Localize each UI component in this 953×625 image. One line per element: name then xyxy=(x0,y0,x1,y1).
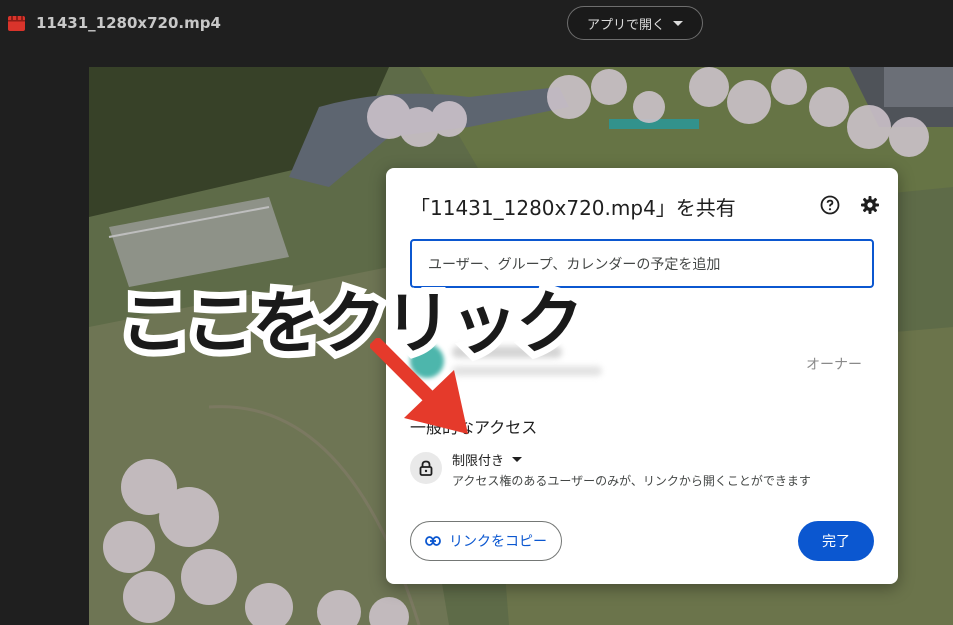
open-with-button[interactable]: アプリで開く xyxy=(567,6,703,40)
lock-icon-container xyxy=(410,452,442,484)
gear-icon[interactable] xyxy=(860,195,880,215)
copy-link-button[interactable]: リンクをコピー xyxy=(410,521,562,561)
done-label: 完了 xyxy=(822,534,850,550)
access-description: アクセス権のあるユーザーのみが、リンクから開くことができます xyxy=(452,474,811,488)
video-file-icon xyxy=(8,16,25,31)
done-button[interactable]: 完了 xyxy=(798,521,874,561)
top-bar: 11431_1280x720.mp4 アプリで開く xyxy=(0,0,953,48)
help-icon[interactable] xyxy=(820,195,840,215)
access-level-label: 制限付き xyxy=(452,454,505,469)
access-level-dropdown[interactable]: 制限付き xyxy=(452,450,523,469)
lock-icon xyxy=(419,460,433,476)
link-icon xyxy=(425,536,441,546)
dialog-title: 「11431_1280x720.mp4」を共有 xyxy=(410,196,736,220)
chevron-down-icon xyxy=(512,457,523,462)
file-name: 11431_1280x720.mp4 xyxy=(36,14,221,32)
annotation-text: ここをクリック xyxy=(113,278,591,371)
open-with-label: アプリで開く xyxy=(586,17,665,33)
annotation-arrow-icon xyxy=(370,338,468,434)
copy-link-label: リンクをコピー xyxy=(449,534,547,550)
chevron-down-icon xyxy=(673,20,683,26)
owner-role: オーナー xyxy=(806,357,862,373)
